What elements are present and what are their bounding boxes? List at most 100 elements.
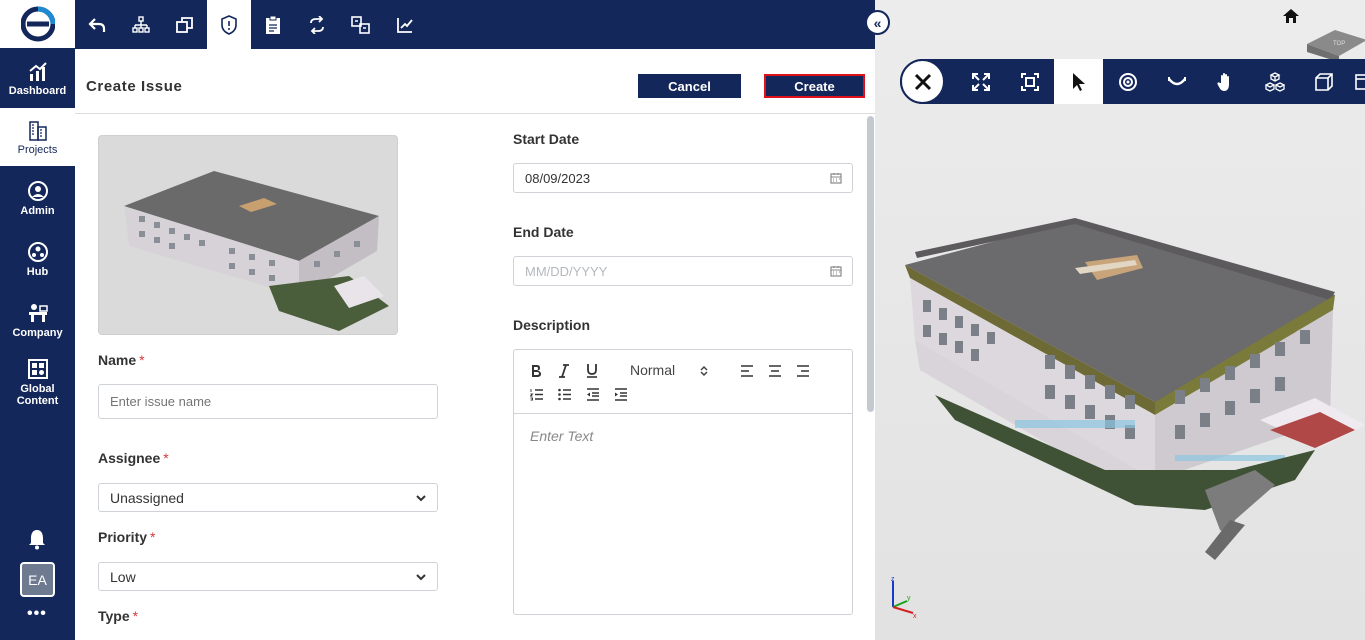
explode-model-button[interactable] bbox=[1250, 59, 1299, 104]
section-box-button[interactable] bbox=[1299, 59, 1348, 104]
fullscreen-button[interactable] bbox=[956, 59, 1005, 104]
close-icon bbox=[914, 73, 931, 90]
model-thumbnail bbox=[98, 135, 398, 335]
fit-view-button[interactable] bbox=[1005, 59, 1054, 104]
collapse-panel-button[interactable]: « bbox=[865, 10, 890, 35]
issues-button[interactable] bbox=[207, 0, 251, 49]
assignee-value: Unassigned bbox=[110, 489, 184, 506]
fit-frame-icon bbox=[1020, 72, 1039, 91]
company-icon bbox=[28, 303, 48, 322]
bell-icon[interactable] bbox=[26, 528, 48, 550]
sidebar-item-global-content[interactable]: Global Content bbox=[0, 352, 75, 412]
sidebar-item-hub[interactable]: Hub bbox=[0, 230, 75, 288]
start-date-input[interactable]: 08/09/2023 bbox=[513, 163, 853, 193]
sidebar-item-label: Projects bbox=[17, 143, 58, 156]
end-date-placeholder: MM/DD/YYYY bbox=[525, 263, 608, 279]
outdent-icon[interactable] bbox=[586, 388, 600, 401]
align-right-icon[interactable] bbox=[796, 365, 810, 377]
panel-header: Create Issue Cancel Create bbox=[75, 49, 875, 114]
y-axis-label: y bbox=[907, 595, 911, 602]
pan-tool-button[interactable] bbox=[1201, 59, 1250, 104]
app-logo[interactable] bbox=[0, 0, 75, 48]
top-toolbar bbox=[75, 0, 875, 49]
underline-icon[interactable] bbox=[586, 363, 598, 378]
compare-button[interactable] bbox=[339, 0, 383, 49]
sidebar-item-projects[interactable]: Projects bbox=[0, 108, 75, 166]
orbit-tool-button[interactable] bbox=[1103, 59, 1152, 104]
select-tool-button[interactable] bbox=[1054, 59, 1103, 104]
text-format-select[interactable]: Normal bbox=[630, 362, 709, 378]
hierarchy-button[interactable] bbox=[119, 0, 163, 49]
create-issue-panel: Create Issue Cancel Create Name* Assigne… bbox=[75, 49, 875, 640]
hand-icon bbox=[1216, 72, 1229, 91]
description-text-area[interactable]: Enter Text bbox=[530, 428, 593, 444]
description-label: Description bbox=[513, 317, 591, 333]
cube-outline-icon bbox=[1314, 72, 1333, 91]
double-chevron-left-icon: « bbox=[873, 14, 882, 31]
logo-icon bbox=[20, 6, 55, 42]
editor-toolbar: Normal bbox=[514, 350, 852, 414]
smile-curve-icon bbox=[1167, 76, 1186, 85]
undo-arrow-icon bbox=[88, 17, 106, 32]
copy-icon bbox=[176, 16, 193, 33]
cancel-button[interactable]: Cancel bbox=[638, 74, 741, 98]
indent-icon[interactable] bbox=[614, 388, 628, 401]
copy-button[interactable] bbox=[163, 0, 207, 49]
bullet-list-icon[interactable] bbox=[558, 388, 572, 401]
align-center-icon[interactable] bbox=[768, 365, 782, 377]
more-tools-button[interactable] bbox=[1348, 59, 1365, 104]
view-cube[interactable]: TOP bbox=[1307, 30, 1365, 62]
ordered-list-icon[interactable] bbox=[530, 388, 544, 401]
chevron-down-icon bbox=[416, 574, 426, 581]
sidebar-item-dashboard[interactable]: Dashboard bbox=[0, 50, 75, 108]
sidebar-item-company[interactable]: Company bbox=[0, 291, 75, 349]
x-axis-label: x bbox=[913, 613, 917, 620]
end-date-label: End Date bbox=[513, 224, 574, 240]
italic-icon[interactable] bbox=[558, 364, 570, 378]
sidebar-item-label: Dashboard bbox=[8, 84, 67, 97]
sidebar-item-label: Company bbox=[12, 326, 63, 339]
explode-cubes-icon bbox=[1264, 71, 1285, 92]
avatar[interactable]: EA bbox=[20, 562, 55, 597]
priority-select[interactable]: Low bbox=[98, 562, 438, 591]
create-button[interactable]: Create bbox=[764, 74, 865, 98]
up-down-chevron-icon bbox=[700, 366, 708, 377]
sync-icon bbox=[310, 15, 324, 34]
rfi-button[interactable] bbox=[251, 0, 295, 49]
start-date-label: Start Date bbox=[513, 131, 580, 147]
home-icon[interactable] bbox=[1282, 8, 1300, 24]
sidebar-item-label: Admin bbox=[20, 204, 55, 217]
look-tool-button[interactable] bbox=[1152, 59, 1201, 104]
close-viewer-button[interactable] bbox=[900, 59, 945, 104]
chevron-down-icon bbox=[416, 495, 426, 502]
priority-label: Priority * bbox=[98, 529, 156, 545]
admin-icon bbox=[27, 180, 48, 201]
align-left-icon[interactable] bbox=[740, 365, 754, 377]
sync-button[interactable] bbox=[295, 0, 339, 49]
type-label: Type * bbox=[98, 608, 139, 624]
bold-icon[interactable] bbox=[530, 364, 542, 378]
issue-name-input[interactable] bbox=[98, 384, 438, 419]
more-menu-icon[interactable]: ••• bbox=[27, 605, 47, 623]
markup-button[interactable] bbox=[383, 0, 427, 49]
sidebar-item-admin[interactable]: Admin bbox=[0, 169, 75, 227]
orbit-icon bbox=[1118, 72, 1137, 91]
end-date-input[interactable]: MM/DD/YYYY bbox=[513, 256, 853, 286]
scrollbar[interactable] bbox=[867, 116, 874, 412]
text-format-value: Normal bbox=[630, 362, 676, 378]
dashboard-icon bbox=[28, 61, 47, 81]
building-icon bbox=[28, 120, 47, 141]
building-model-image bbox=[124, 171, 389, 331]
start-date-value: 08/09/2023 bbox=[525, 170, 591, 186]
clipboard-icon bbox=[266, 15, 280, 34]
view-cube-label: TOP bbox=[1333, 41, 1345, 47]
markup-chart-icon bbox=[397, 17, 413, 33]
name-label: Name * bbox=[98, 352, 145, 368]
assignee-select[interactable]: Unassigned bbox=[98, 483, 438, 512]
global-content-icon bbox=[27, 358, 48, 379]
axes-gizmo: z y x bbox=[891, 576, 917, 620]
description-editor: Normal Enter Text bbox=[513, 349, 853, 615]
back-button[interactable] bbox=[75, 0, 119, 49]
avatar-initials: EA bbox=[28, 571, 47, 588]
3d-viewer[interactable]: TOP z y x bbox=[875, 0, 1365, 640]
